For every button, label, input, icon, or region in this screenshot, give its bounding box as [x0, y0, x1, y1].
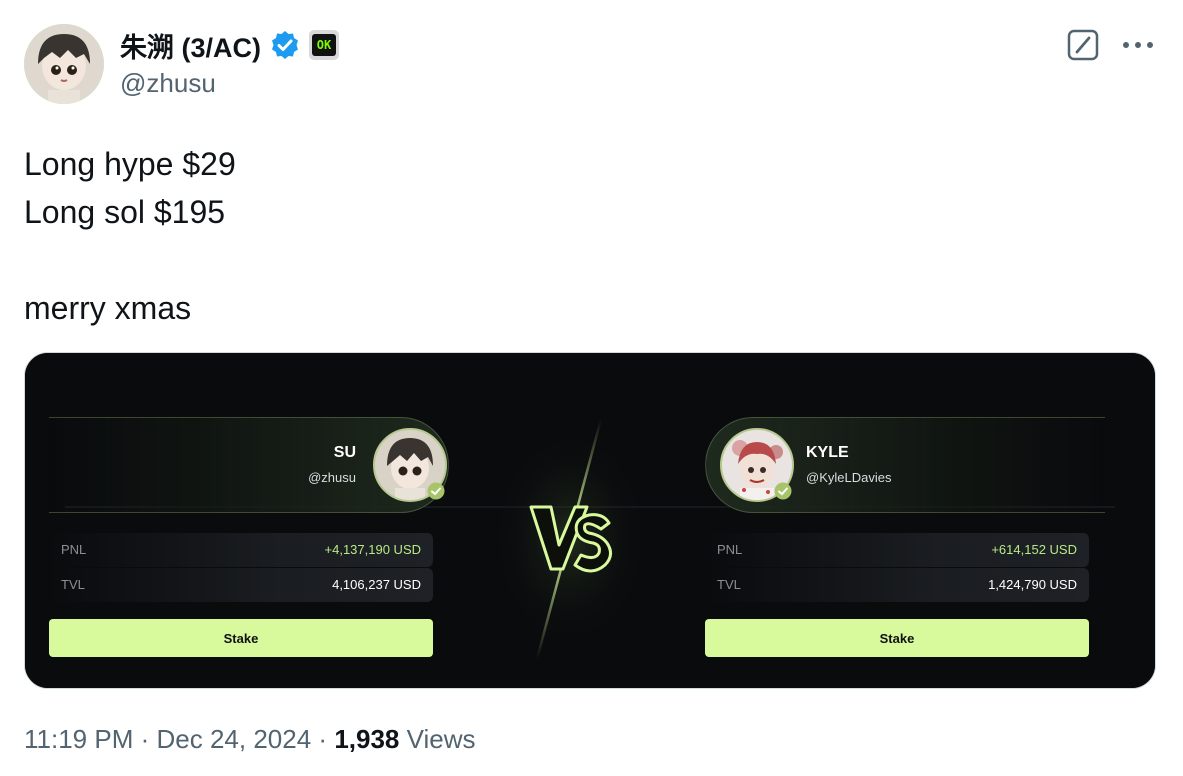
- author-display-name[interactable]: 朱溯 (3/AC): [120, 26, 261, 65]
- tweet-media-image[interactable]: VS SU @zhusu PNL +4,137,190 USD TVL 4,10…: [24, 352, 1156, 689]
- tweet-line: [24, 236, 236, 284]
- left-pnl-value: +4,137,190 USD: [324, 542, 421, 557]
- grok-icon[interactable]: [1066, 28, 1100, 62]
- meta-separator: ·: [140, 724, 150, 754]
- left-pnl-row: PNL +4,137,190 USD: [49, 533, 433, 567]
- right-player-name: KYLE: [806, 444, 849, 461]
- right-stake-button[interactable]: Stake: [705, 619, 1089, 657]
- right-player-header: KYLE @KyleLDavies: [705, 417, 1105, 513]
- right-pnl-label: PNL: [717, 542, 743, 557]
- left-player-handle: @zhusu: [308, 470, 356, 485]
- tweet-meta: 11:19 PM · Dec 24, 2024 · 1,938 Views: [24, 724, 476, 755]
- tweet-line: Long hype $29: [24, 146, 236, 182]
- left-pnl-label: PNL: [61, 542, 87, 557]
- tweet-line: merry xmas: [24, 290, 192, 326]
- left-tvl-row: TVL 4,106,237 USD: [49, 568, 433, 602]
- vs-logo: VS: [525, 493, 612, 573]
- views-count[interactable]: 1,938: [334, 724, 399, 754]
- right-pnl-value: +614,152 USD: [991, 542, 1077, 557]
- affiliate-badge-icon[interactable]: OK: [309, 30, 339, 60]
- views-label[interactable]: Views: [407, 724, 476, 754]
- left-stake-button[interactable]: Stake: [49, 619, 433, 657]
- verified-badge-icon[interactable]: [269, 29, 301, 61]
- author-handle[interactable]: @zhusu: [120, 68, 216, 99]
- tweet-line: Long sol $195: [24, 194, 226, 230]
- right-pnl-row: PNL +614,152 USD: [705, 533, 1089, 567]
- vs-text: VS: [525, 493, 527, 494]
- right-verified-check-icon: [774, 482, 792, 500]
- right-tvl-value: 1,424,790 USD: [988, 577, 1077, 592]
- right-tvl-row: TVL 1,424,790 USD: [705, 568, 1089, 602]
- tweet-time[interactable]: 11:19 PM: [24, 724, 133, 754]
- tweet-text: Long hype $29 Long sol $195 merry xmas: [24, 140, 236, 332]
- author-name-row: 朱溯 (3/AC) OK: [120, 26, 339, 65]
- left-tvl-value: 4,106,237 USD: [332, 577, 421, 592]
- left-verified-check-icon: [427, 482, 445, 500]
- right-tvl-label: TVL: [717, 577, 741, 592]
- tweet-date[interactable]: Dec 24, 2024: [157, 724, 312, 754]
- more-options-icon[interactable]: [1120, 30, 1156, 60]
- left-player-name: SU: [333, 444, 356, 461]
- right-player-handle: @KyleLDavies: [806, 470, 892, 485]
- meta-separator: ·: [318, 724, 328, 754]
- affiliate-badge-text: OK: [312, 34, 336, 56]
- left-player-header: SU @zhusu: [49, 417, 449, 513]
- author-avatar[interactable]: [24, 24, 104, 104]
- left-tvl-label: TVL: [61, 577, 85, 592]
